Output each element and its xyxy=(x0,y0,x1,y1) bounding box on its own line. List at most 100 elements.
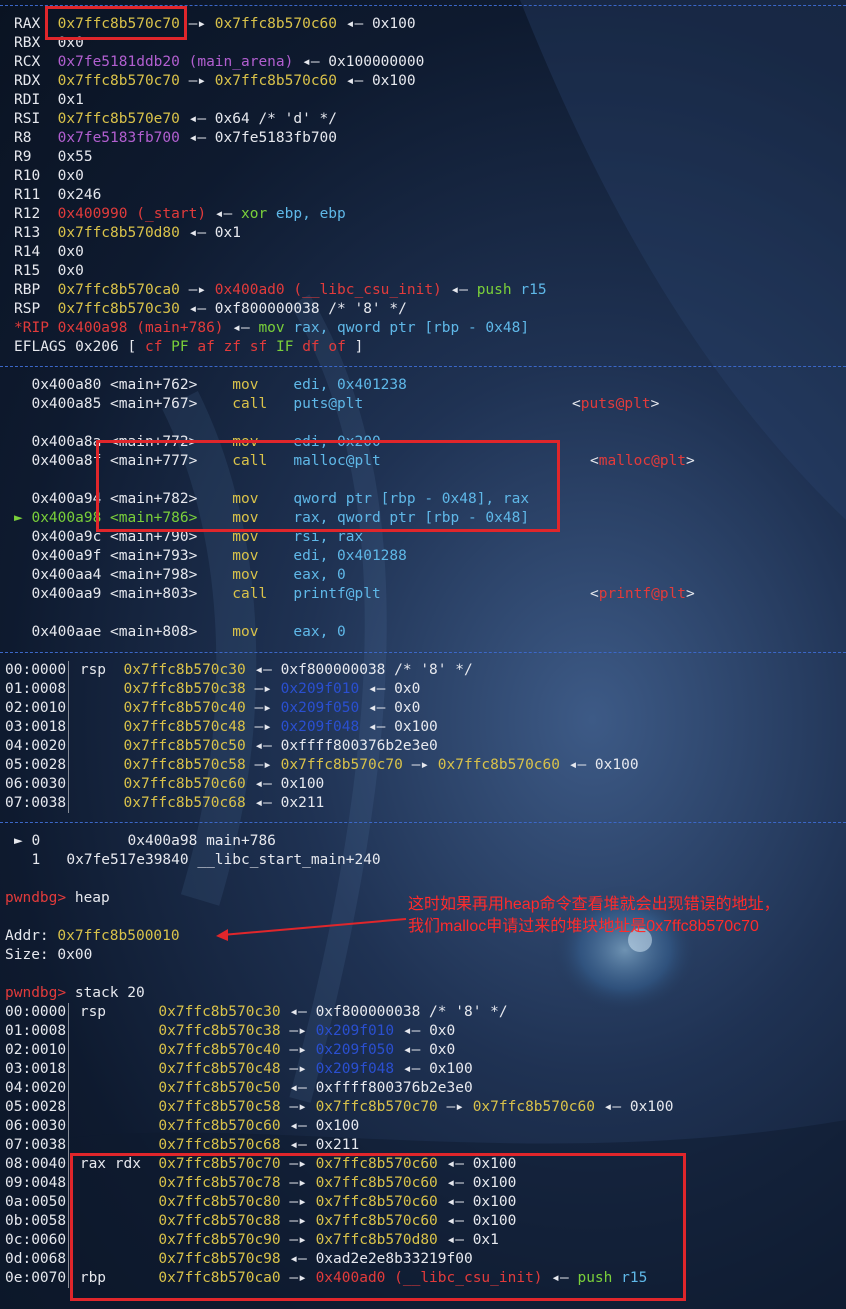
flag: zf xyxy=(223,339,250,355)
stack-divider xyxy=(68,756,70,775)
heap-addr: 0x7ffc8b500010 xyxy=(57,928,180,944)
text-segment xyxy=(197,377,232,393)
stack-value: 0x100 xyxy=(280,776,325,792)
annotation-arrow xyxy=(216,918,407,941)
stack-heap-pointer: 0x209f010 xyxy=(280,681,360,697)
stack-divider xyxy=(68,1022,70,1041)
flag: df xyxy=(302,339,329,355)
stack-index: 02:0010 xyxy=(5,1042,67,1058)
register-value: 0x0 xyxy=(57,263,84,279)
rax-highlight-box xyxy=(45,6,187,40)
register-value: 0x400990 xyxy=(57,206,128,222)
separator-backtrace xyxy=(0,822,846,823)
stack-address: 0x7ffc8b570c58 xyxy=(158,1099,281,1115)
register-deref: 0x100 xyxy=(371,73,416,89)
arrow: —▸ xyxy=(280,1023,316,1039)
prompt-stack: pwndbg> stack 20 xyxy=(5,984,145,1003)
stack-index: 09:0048 xyxy=(5,1175,67,1191)
arrow: —▸ xyxy=(179,73,215,89)
current-instruction-marker: ► xyxy=(14,510,32,526)
stack-pointer: 0x7ffc8b570c60 xyxy=(437,757,560,773)
disasm-address: 0x400aa4 <main+798> xyxy=(31,567,198,583)
stack-pointer: 0x7ffc8b570c60 xyxy=(472,1099,595,1115)
stack-divider xyxy=(68,1193,70,1212)
arrow: ◂— xyxy=(179,111,215,127)
stack-heap-pointer: 0x209f048 xyxy=(280,719,360,735)
stack-divider xyxy=(68,775,70,794)
stack-index: 0d:0068 xyxy=(5,1251,67,1267)
flags-bracket: [ xyxy=(118,339,145,355)
register-r13: R13 0x7ffc8b570d80 ◂— 0x1 xyxy=(14,224,241,243)
register-symbol: (main_arena) xyxy=(179,54,294,70)
stack-address: 0x7ffc8b570c38 xyxy=(123,681,246,697)
register-r8: R8 0x7fe5183fb700 ◂— 0x7fe5183fb700 xyxy=(14,129,337,148)
stack-register xyxy=(71,1023,158,1039)
stack-address: 0x7ffc8b570c50 xyxy=(123,738,246,754)
stack-index: 06:0030 xyxy=(5,776,67,792)
register-name: RCX xyxy=(14,54,58,70)
heap-size-line: Size: 0x00 xyxy=(5,946,92,965)
stack-register xyxy=(71,1061,158,1077)
disasm-comment: <printf@plt> xyxy=(590,586,695,602)
text-segment xyxy=(14,491,31,507)
flag: PF xyxy=(171,339,198,355)
instruction: mov xyxy=(258,320,294,336)
stack-register: rsp xyxy=(71,662,124,678)
arrow: ◂— xyxy=(594,1099,630,1115)
arrow: ◂— xyxy=(245,738,281,754)
text-segment xyxy=(14,453,31,469)
stack-index: 05:0028 xyxy=(5,757,67,773)
arrow: ◂— xyxy=(179,130,215,146)
disasm-address: 0x400aa9 <main+803> xyxy=(31,586,198,602)
register-value: 0x7ffc8b570d80 xyxy=(57,225,180,241)
register-r12: R12 0x400990 (_start) ◂— xor ebp, ebp xyxy=(14,205,346,224)
arrow: ◂— xyxy=(359,700,395,716)
arrow: ◂— xyxy=(337,73,372,89)
stack-row: 02:0010 0x7ffc8b570c40 —▸ 0x209f050 ◂— 0… xyxy=(5,1041,455,1060)
stack-divider xyxy=(68,699,70,718)
register-value: 0x400a98 xyxy=(57,320,128,336)
register-rdi: RDI 0x1 xyxy=(14,91,84,110)
register-deref: 0x7fe5183fb700 xyxy=(214,130,338,146)
flag: IF xyxy=(275,339,303,355)
disasm-operands: eax, 0 xyxy=(293,624,346,640)
stack-value: 0xffff800376b2e3e0 xyxy=(280,738,438,754)
disasm-operands: eax, 0 xyxy=(293,567,346,583)
text-segment xyxy=(14,396,31,412)
arrow: —▸ xyxy=(245,681,281,697)
stack-row: 07:0038 0x7ffc8b570c68 ◂— 0x211 xyxy=(5,794,324,813)
stack-address: 0x7ffc8b570c60 xyxy=(158,1118,281,1134)
register-rip: *RIP 0x400a98 (main+786) ◂— mov rax, qwo… xyxy=(14,319,529,338)
text-segment xyxy=(197,624,232,640)
register-rsp: RSP 0x7ffc8b570c30 ◂— 0xf800000038 /* '8… xyxy=(14,300,407,319)
stack-value: 0x100 xyxy=(429,1061,473,1077)
stack-divider xyxy=(68,1155,70,1174)
stack-divider xyxy=(68,1250,70,1269)
backtrace-frame: ► 0 0x400a98 main+786 xyxy=(14,832,276,851)
flag: af xyxy=(197,339,224,355)
register-symbol: (__libc_csu_init) xyxy=(284,282,442,298)
stack-value: 0x0 xyxy=(394,700,421,716)
operands: rax, qword ptr [rbp - 0x48] xyxy=(293,320,530,336)
arrow: —▸ xyxy=(179,282,215,298)
stack-index: 00:0000 xyxy=(5,662,67,678)
stack-value: 0x0 xyxy=(394,681,421,697)
arrow: —▸ xyxy=(437,1099,473,1115)
register-value: 0x7fe5183fb700 xyxy=(57,130,180,146)
arrow: —▸ xyxy=(280,1042,316,1058)
register-r11: R11 0x246 xyxy=(14,186,101,205)
heap-addr-label: Addr: xyxy=(5,928,58,944)
arrow: ◂— xyxy=(359,719,395,735)
disasm-comment: <malloc@plt> xyxy=(590,453,695,469)
stack-value: 0x100 xyxy=(594,757,639,773)
flag: cf xyxy=(144,339,172,355)
arrow: ◂— xyxy=(337,16,372,32)
disasm-operands: printf@plt xyxy=(293,586,381,602)
stack-divider xyxy=(68,1098,70,1117)
backtrace-index: 1 xyxy=(14,852,41,868)
stack-value: 0x100 xyxy=(629,1099,674,1115)
stack-value: 0x100 xyxy=(315,1118,360,1134)
malloc-highlight-box xyxy=(96,440,560,532)
stack-index: 04:0020 xyxy=(5,1080,67,1096)
stack-divider xyxy=(68,1136,70,1155)
